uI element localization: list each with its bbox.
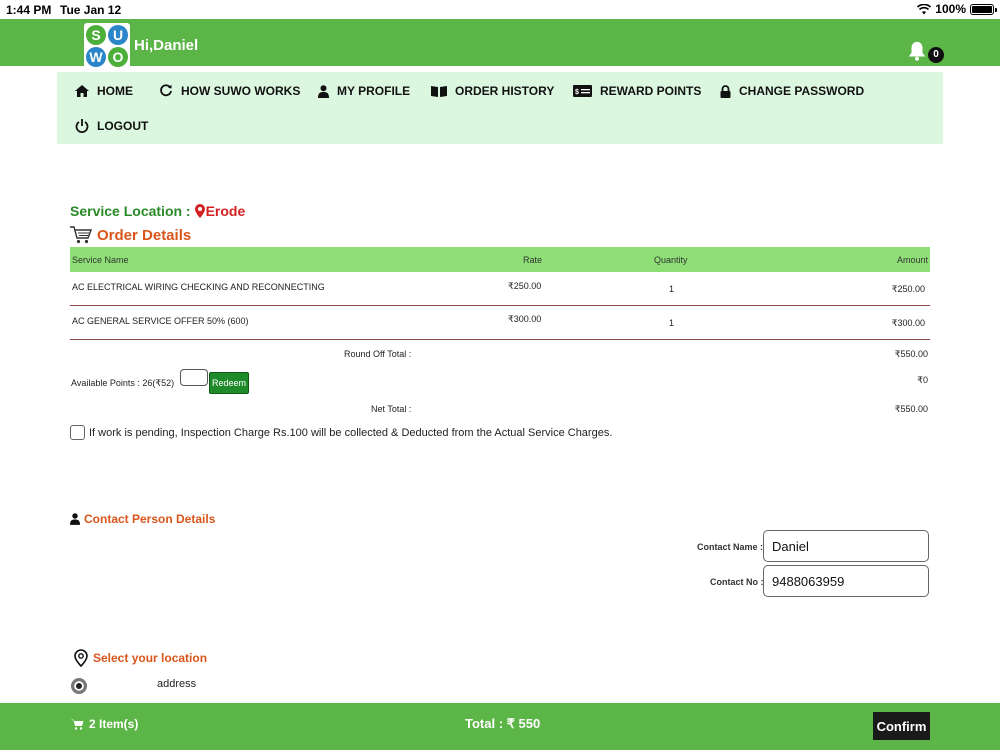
row-quantity: 1: [669, 284, 675, 294]
money-icon: $: [573, 85, 592, 97]
logo-letter-s: S: [86, 25, 106, 45]
table-row: AC ELECTRICAL WIRING CHECKING AND RECONN…: [70, 272, 930, 306]
order-details-title: Order Details: [97, 226, 192, 244]
battery-icon: [970, 3, 997, 15]
row-rate: ₹250.00: [508, 281, 542, 291]
table-row: AC GENERAL SERVICE OFFER 50% (600) ₹300.…: [70, 306, 930, 340]
service-location: Service Location : Erode: [70, 203, 245, 219]
logo-letter-w: W: [86, 47, 106, 67]
redeem-button[interactable]: Redeem: [209, 372, 249, 394]
bell-icon[interactable]: [906, 40, 928, 62]
address-radio[interactable]: [71, 678, 87, 694]
nav-label-my-profile: MY PROFILE: [337, 84, 411, 98]
round-off-value: ₹550.00: [894, 349, 928, 359]
contact-phone-label: Contact No :: [710, 577, 764, 587]
row-service-name: AC ELECTRICAL WIRING CHECKING AND RECONN…: [72, 282, 325, 292]
order-details-heading: Order Details: [70, 226, 191, 244]
contact-name-label: Contact Name :: [697, 542, 764, 552]
inspection-agreement: If work is pending, Inspection Charge Rs…: [70, 425, 612, 440]
nav-item-order-history[interactable]: ORDER HISTORY: [431, 84, 554, 98]
header-rate: Rate: [523, 255, 543, 265]
nav-label-change-password: CHANGE PASSWORD: [739, 84, 865, 98]
location-heading: Select your location: [73, 649, 207, 667]
status-date: Tue Jan 12: [60, 3, 122, 17]
user-icon: [70, 513, 80, 525]
refresh-icon: [160, 84, 172, 97]
city-name: Erode: [205, 203, 246, 219]
shopping-cart-icon: [70, 226, 92, 244]
logo-letter-u: U: [108, 25, 128, 45]
redeem-points-input[interactable]: [180, 369, 208, 386]
status-right: 100%: [917, 2, 997, 16]
location-pin-icon: [74, 649, 88, 667]
user-icon: [318, 84, 329, 98]
svg-text:$: $: [575, 89, 579, 96]
row-quantity: 1: [669, 318, 675, 328]
status-time: 1:44 PM: [6, 3, 52, 17]
power-icon: [75, 119, 89, 133]
location-title: Select your location: [93, 651, 208, 665]
nav-item-my-profile[interactable]: MY PROFILE: [318, 84, 410, 98]
lock-icon: [720, 84, 731, 98]
book-icon: [431, 86, 447, 97]
contact-heading: Contact Person Details: [70, 512, 215, 526]
inspection-checkbox[interactable]: [70, 425, 85, 440]
nav-label-home: HOME: [97, 84, 133, 98]
app-header: S U W O Hi,Daniel 0: [0, 19, 1000, 69]
nav-label-how-suwo-works: HOW SUWO WORKS: [181, 84, 301, 98]
home-icon: [75, 85, 89, 97]
nav-item-change-password[interactable]: CHANGE PASSWORD: [720, 84, 864, 98]
row-amount: ₹250.00: [891, 284, 925, 294]
header-amount: Amount: [896, 255, 928, 265]
notification-badge: 0: [928, 47, 944, 63]
contact-phone-input[interactable]: [763, 565, 929, 597]
service-location-city[interactable]: Erode: [194, 203, 246, 219]
cart-items-label: 2 Item(s): [89, 717, 139, 731]
wifi-icon: [917, 3, 932, 14]
map-marker-icon: [194, 204, 205, 218]
user-greeting: Hi,Daniel: [134, 37, 199, 54]
nav-item-reward-points[interactable]: $ REWARD POINTS: [573, 84, 701, 98]
cart-total: Total : ₹ 550: [465, 716, 541, 731]
order-table: Service Name Rate Quantity Amount AC ELE…: [70, 247, 930, 340]
suwo-logo[interactable]: S U W O: [84, 23, 130, 69]
round-off-label: Round Off Total :: [344, 349, 412, 359]
contact-name-input[interactable]: [763, 530, 929, 562]
net-total-value: ₹550.00: [894, 404, 928, 414]
contact-title: Contact Person Details: [84, 512, 216, 526]
logo-letter-o: O: [108, 47, 128, 67]
battery-percent: 100%: [935, 2, 966, 16]
nav-item-how-suwo-works[interactable]: HOW SUWO WORKS: [159, 84, 300, 98]
order-table-header: Service Name Rate Quantity Amount: [70, 247, 930, 272]
header-service-name: Service Name: [72, 255, 129, 265]
row-rate: ₹300.00: [508, 314, 542, 324]
net-total-label: Net Total :: [371, 404, 412, 414]
service-location-label: Service Location :: [70, 203, 191, 219]
cart-item-count[interactable]: 2 Item(s): [71, 717, 138, 731]
status-bar: 1:44 PM Tue Jan 12 100%: [0, 0, 1000, 19]
inspection-notice: If work is pending, Inspection Charge Rs…: [89, 426, 613, 439]
row-service-name: AC GENERAL SERVICE OFFER 50% (600): [72, 316, 249, 326]
cart-icon: [71, 719, 84, 730]
header-quantity: Quantity: [654, 255, 688, 265]
discount-value: ₹0: [917, 375, 928, 385]
nav-item-logout[interactable]: LOGOUT: [75, 119, 148, 133]
address-text: address: [157, 678, 197, 690]
available-points: Available Points : 26(₹52): [71, 378, 175, 388]
nav-label-order-history: ORDER HISTORY: [455, 84, 555, 98]
nav-label-reward-points: REWARD POINTS: [600, 84, 702, 98]
row-amount: ₹300.00: [891, 318, 925, 328]
main-nav: HOME HOW SUWO WORKS MY PROFILE ORDER HIS…: [57, 72, 943, 144]
cart-footer: 2 Item(s) Total : ₹ 550 Confirm: [0, 703, 1000, 750]
nav-item-home[interactable]: HOME: [75, 84, 133, 98]
nav-label-logout: LOGOUT: [97, 119, 149, 133]
confirm-button[interactable]: Confirm: [873, 712, 930, 740]
